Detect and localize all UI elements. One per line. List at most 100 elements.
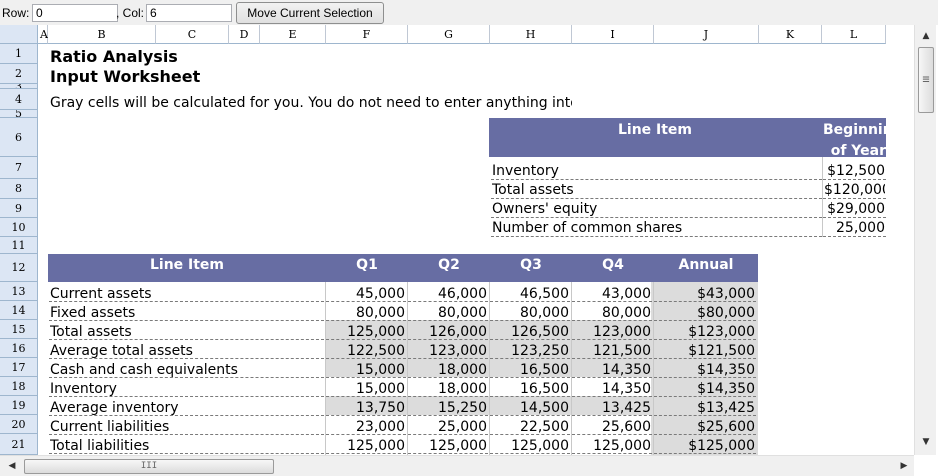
- column-header-b[interactable]: B: [48, 25, 156, 44]
- row-separator: [326, 301, 406, 302]
- column-divider: [325, 282, 326, 455]
- row-separator: [408, 434, 488, 435]
- column-header-j[interactable]: J: [654, 25, 759, 44]
- row-separator: [654, 320, 756, 321]
- upper-header-line-item: Line Item: [617, 122, 693, 138]
- scroll-right-button[interactable]: ▶: [894, 457, 914, 475]
- row-header-6[interactable]: 6: [0, 118, 38, 157]
- vertical-scroll-thumb[interactable]: ≡: [918, 47, 934, 113]
- column-header-e[interactable]: E: [260, 25, 326, 44]
- column-header-d[interactable]: D: [229, 25, 260, 44]
- row-separator: [572, 320, 652, 321]
- row-separator: [326, 339, 406, 340]
- upper-row-value[interactable]: 25,000: [824, 219, 885, 237]
- row-label: Row:: [2, 6, 30, 20]
- row-header-12[interactable]: 12: [0, 254, 38, 282]
- row-header-18[interactable]: 18: [0, 377, 38, 396]
- upper-row-value[interactable]: $120,000: [824, 181, 885, 199]
- horizontal-scroll-thumb[interactable]: III: [24, 459, 274, 474]
- row-separator: [491, 198, 822, 199]
- row-separator: [490, 358, 570, 359]
- row-header-21[interactable]: 21: [0, 434, 38, 455]
- row-header-8[interactable]: 8: [0, 179, 38, 199]
- row-separator: [654, 377, 756, 378]
- row-header-2[interactable]: 2: [0, 64, 38, 84]
- column-divider: [571, 282, 572, 455]
- upper-row-label[interactable]: Total assets: [492, 181, 820, 199]
- horizontal-scrollbar[interactable]: ◀ III ▶: [0, 455, 914, 476]
- row-header-9[interactable]: 9: [0, 199, 38, 218]
- column-header-f[interactable]: F: [326, 25, 408, 44]
- row-separator: [408, 377, 488, 378]
- column-header-l[interactable]: L: [822, 25, 886, 44]
- row-separator: [490, 415, 570, 416]
- upper-row-value[interactable]: $29,000: [824, 200, 885, 218]
- row-separator: [408, 339, 488, 340]
- lower-header-annual: Annual: [678, 257, 734, 273]
- row-separator: [49, 377, 324, 378]
- scroll-up-button[interactable]: ▲: [916, 27, 936, 45]
- lower-header-q3: Q3: [520, 257, 542, 273]
- row-header-16[interactable]: 16: [0, 339, 38, 358]
- row-separator: [408, 358, 488, 359]
- row-header-11[interactable]: 11: [0, 237, 38, 254]
- column-header-g[interactable]: G: [408, 25, 490, 44]
- column-header-k[interactable]: K: [759, 25, 822, 44]
- column-header-i[interactable]: I: [572, 25, 654, 44]
- row-separator: [572, 377, 652, 378]
- row-separator: [49, 415, 324, 416]
- lower-header-q4: Q4: [602, 257, 624, 273]
- row-separator: [654, 339, 756, 340]
- row-separator: [654, 301, 756, 302]
- row-separator: [823, 198, 886, 199]
- row-separator: [490, 339, 570, 340]
- row-separator: [823, 179, 886, 180]
- vertical-grip-icon: ≡: [922, 72, 930, 86]
- col-input[interactable]: [146, 4, 232, 22]
- upper-row-label[interactable]: Inventory: [492, 162, 820, 180]
- row-header-17[interactable]: 17: [0, 358, 38, 377]
- upper-row-label[interactable]: Owners' equity: [492, 200, 820, 218]
- upper-row-value[interactable]: $12,500: [824, 162, 885, 180]
- row-header-4[interactable]: 4: [0, 89, 38, 110]
- sheet-title: Ratio Analysis: [50, 48, 178, 66]
- row-separator: [654, 396, 756, 397]
- row-header-1[interactable]: 1: [0, 44, 38, 64]
- row-header-15[interactable]: 15: [0, 320, 38, 339]
- row-separator: [326, 453, 406, 454]
- row-separator: [654, 358, 756, 359]
- row-separator: [490, 320, 570, 321]
- row-separator: [49, 453, 324, 454]
- row-header-14[interactable]: 14: [0, 301, 38, 320]
- row-separator: [654, 434, 756, 435]
- select-all-corner[interactable]: [0, 25, 38, 44]
- row-header-7[interactable]: 7: [0, 157, 38, 179]
- upper-header-of-year: of Year: [830, 143, 886, 159]
- lower-header-q1: Q1: [356, 257, 378, 273]
- row-separator: [572, 339, 652, 340]
- column-header-c[interactable]: C: [156, 25, 229, 44]
- row-separator: [572, 415, 652, 416]
- vertical-scrollbar[interactable]: ▲ ≡ ▼: [914, 25, 936, 455]
- row-separator: [326, 434, 406, 435]
- lower-header-q2: Q2: [438, 257, 460, 273]
- lower-header-line-item: Line Item: [149, 257, 225, 273]
- row-header-10[interactable]: 10: [0, 218, 38, 237]
- row-header-19[interactable]: 19: [0, 396, 38, 415]
- column-header-a[interactable]: A: [38, 25, 48, 44]
- col-label: , Col:: [116, 6, 145, 20]
- column-header-h[interactable]: H: [490, 25, 572, 44]
- scroll-left-button[interactable]: ◀: [2, 457, 22, 475]
- toolbar: Row: , Col: Move Current Selection: [0, 0, 938, 25]
- row-header-5[interactable]: 5: [0, 110, 38, 118]
- row-header-13[interactable]: 13: [0, 282, 38, 301]
- scroll-down-button[interactable]: ▼: [916, 433, 936, 451]
- row-header-20[interactable]: 20: [0, 415, 38, 434]
- row-input[interactable]: [32, 4, 118, 22]
- upper-row-label[interactable]: Number of common shares: [492, 219, 820, 237]
- row-separator: [490, 434, 570, 435]
- move-current-selection-button[interactable]: Move Current Selection: [236, 2, 384, 24]
- row-separator: [408, 415, 488, 416]
- row-separator: [490, 453, 570, 454]
- horizontal-grip-icon: III: [140, 461, 158, 471]
